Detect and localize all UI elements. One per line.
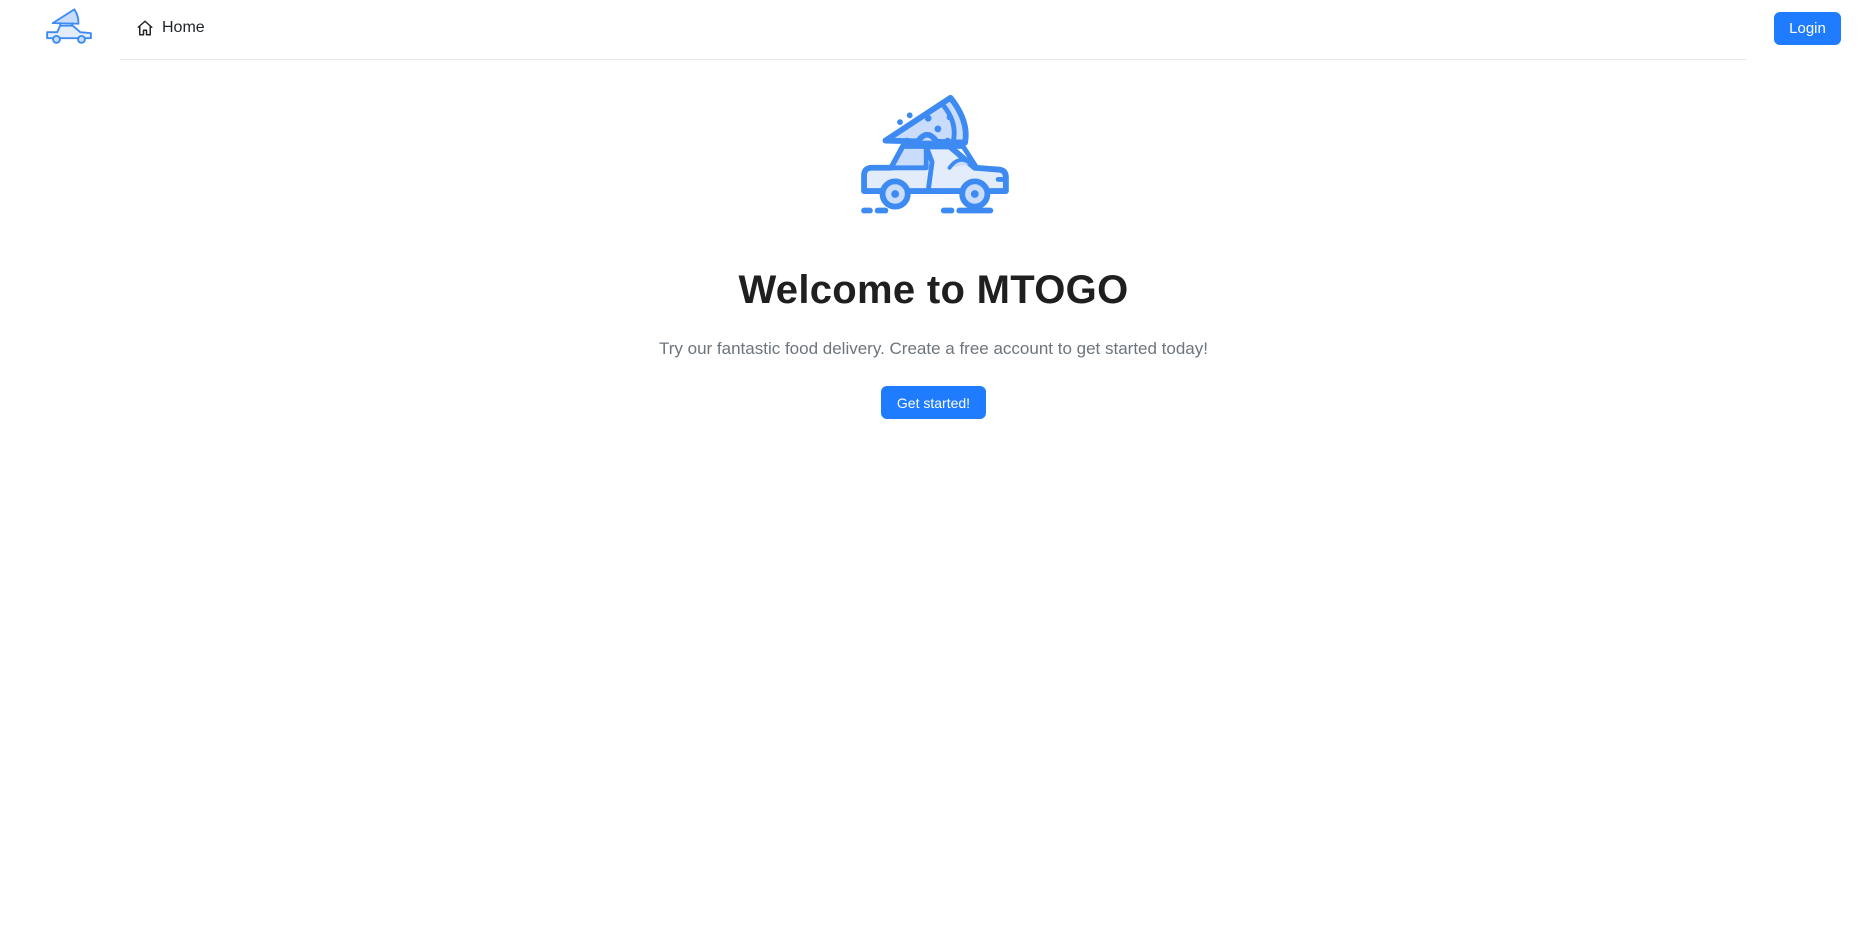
navbar-divider bbox=[120, 59, 1746, 60]
top-navbar: Home Login bbox=[0, 0, 1867, 60]
page-title: Welcome to MTOGO bbox=[738, 268, 1129, 312]
get-started-button[interactable]: Get started! bbox=[881, 386, 986, 420]
hero-subtitle: Try our fantastic food delivery. Create … bbox=[658, 339, 1208, 358]
nav-home-link[interactable]: Home bbox=[136, 16, 205, 40]
nav-home-label: Home bbox=[162, 19, 205, 36]
pizza-delivery-car-icon bbox=[860, 94, 1009, 214]
brand-logo[interactable] bbox=[44, 8, 94, 52]
hero-section: Welcome to MTOGO Try our fantastic food … bbox=[0, 92, 1867, 420]
home-icon bbox=[137, 20, 153, 36]
pizza-delivery-car-icon bbox=[46, 8, 92, 44]
login-button[interactable]: Login bbox=[1774, 12, 1841, 45]
